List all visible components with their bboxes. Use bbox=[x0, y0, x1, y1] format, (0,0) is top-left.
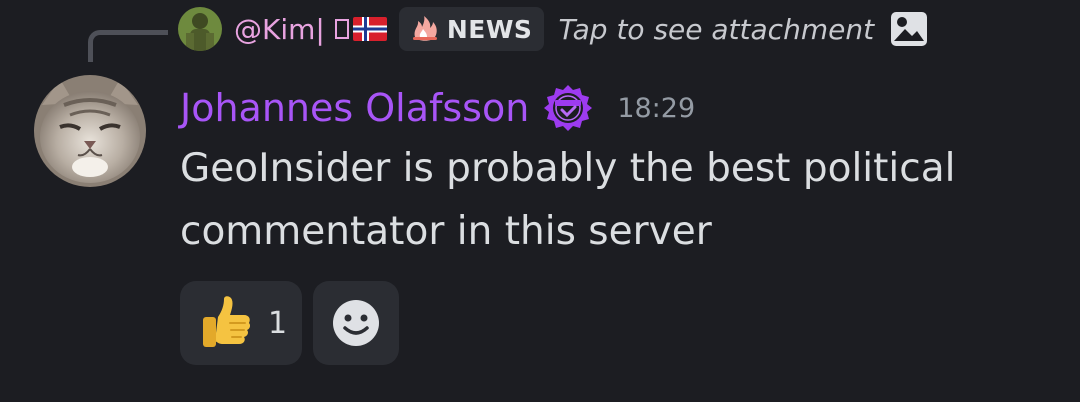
reply-content-text[interactable]: Tap to see attachment bbox=[558, 13, 874, 46]
reaction-thumbs-up[interactable]: 1 bbox=[180, 281, 302, 365]
message-timestamp: 18:29 bbox=[617, 92, 696, 124]
reply-avatar[interactable] bbox=[178, 7, 222, 51]
author-name[interactable]: Johannes Olafsson bbox=[180, 86, 529, 130]
server-tag-label: NEWS bbox=[446, 14, 533, 44]
fire-icon bbox=[412, 16, 437, 41]
unknown-glyph-icon bbox=[334, 19, 349, 39]
add-reaction-button[interactable] bbox=[313, 281, 399, 365]
trusted-badge-icon[interactable] bbox=[543, 83, 593, 133]
thumbs-up-icon bbox=[203, 296, 251, 347]
message-header: Johannes Olafsson 18:29 bbox=[180, 78, 695, 138]
image-icon bbox=[891, 12, 928, 46]
message-text: GeoInsider is probably the best politica… bbox=[180, 146, 956, 254]
reply-connector-line bbox=[88, 30, 168, 62]
reply-preview[interactable]: @Kim| NEWS Tap to see attachment bbox=[178, 6, 928, 52]
norway-flag-icon bbox=[352, 17, 387, 41]
reaction-count: 1 bbox=[268, 305, 288, 341]
server-tag[interactable]: NEWS bbox=[398, 7, 545, 51]
smile-icon bbox=[333, 300, 379, 346]
reply-username[interactable]: @Kim| bbox=[234, 13, 325, 46]
author-avatar[interactable] bbox=[34, 75, 146, 187]
